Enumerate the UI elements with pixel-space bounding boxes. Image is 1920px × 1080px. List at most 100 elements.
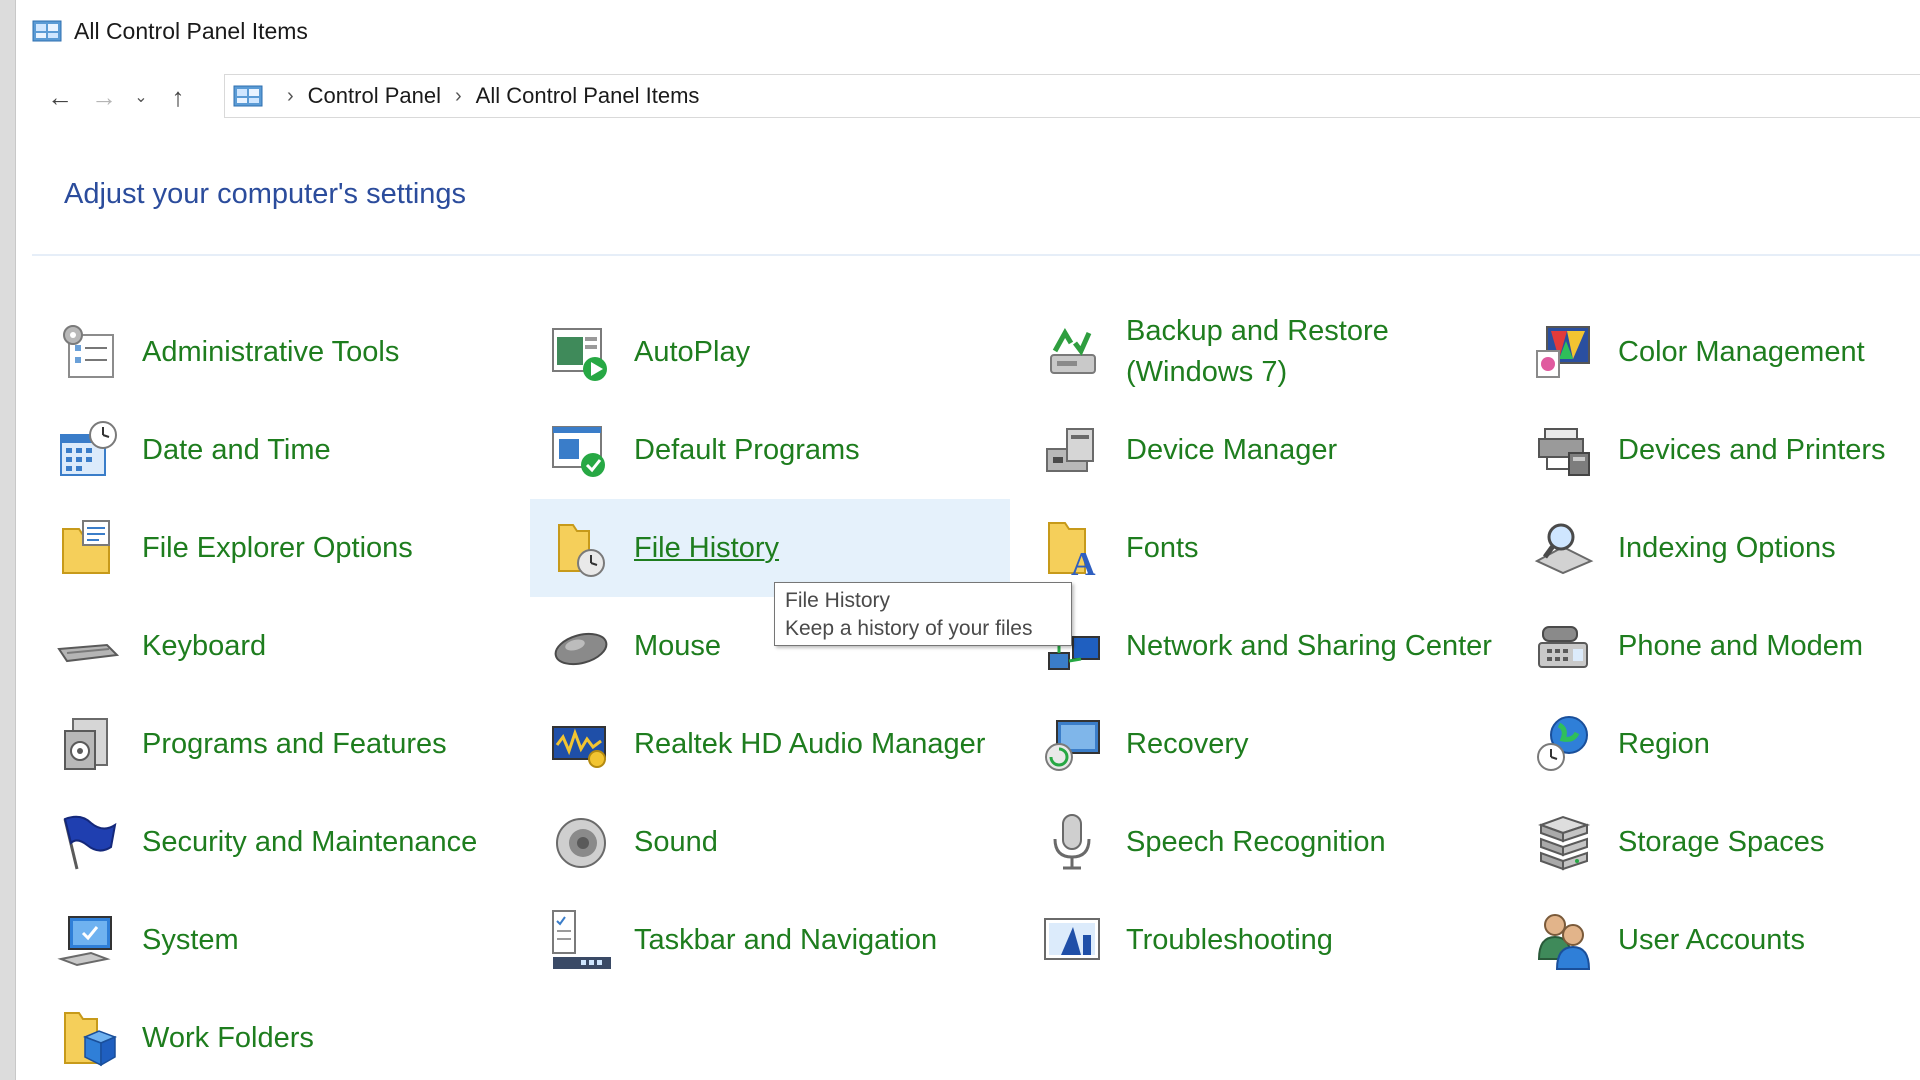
date-time-icon [56,418,120,482]
work-folders-icon [56,1006,120,1070]
programs-features-icon [56,712,120,776]
item-recovery[interactable]: Recovery [1022,695,1502,793]
recovery-icon [1040,712,1104,776]
breadcrumb-separator: › [454,84,462,107]
item-fonts[interactable]: A Fonts [1022,499,1502,597]
backup-restore-icon [1040,320,1104,384]
file-history-icon [548,516,612,580]
item-storage-spaces[interactable]: Storage Spaces [1514,793,1920,891]
page-title: Adjust your computer's settings [64,178,467,210]
item-sound[interactable]: Sound [530,793,1010,891]
keyboard-icon [56,614,120,678]
tooltip-title: File History [785,589,891,612]
item-administrative-tools[interactable]: Administrative Tools [38,303,518,401]
fonts-icon: A [1040,516,1104,580]
item-keyboard[interactable]: Keyboard [38,597,518,695]
svg-text:A: A [1071,546,1096,579]
color-management-icon [1532,320,1596,384]
item-system[interactable]: System [38,891,518,989]
speech-recognition-icon [1040,810,1104,874]
item-troubleshooting[interactable]: Troubleshooting [1022,891,1502,989]
item-taskbar-navigation[interactable]: Taskbar and Navigation [530,891,1010,989]
item-security-maintenance[interactable]: Security and Maintenance [38,793,518,891]
breadcrumb-all-items[interactable]: All Control Panel Items [476,83,700,109]
up-button[interactable]: ↑ [156,75,200,119]
security-maintenance-icon [56,810,120,874]
admin-tools-icon [56,320,120,384]
autoplay-icon [548,320,612,384]
breadcrumb-control-panel[interactable]: Control Panel [308,83,441,109]
item-speech-recognition[interactable]: Speech Recognition [1022,793,1502,891]
item-label: Security and Maintenance [142,825,478,858]
item-label: Work Folders [142,1021,314,1054]
control-panel-location-icon [233,85,263,107]
item-label: Region [1618,727,1710,760]
control-panel-icon [32,20,62,42]
system-icon [56,908,120,972]
recent-locations-button[interactable]: ⌄ [126,75,156,119]
breadcrumb-separator: › [287,84,294,107]
item-device-manager[interactable]: Device Manager [1022,401,1502,499]
item-label: Default Programs [634,433,860,466]
item-label: File History [634,531,780,564]
item-label: Phone and Modem [1618,629,1864,662]
control-panel-window: All Control Panel Items ← → ⌄ ↑ › Contro… [16,0,1920,1080]
file-explorer-options-icon [56,516,120,580]
item-network-sharing[interactable]: Network and Sharing Center [1022,597,1502,695]
phone-modem-icon [1532,614,1596,678]
item-label: Indexing Options [1618,531,1836,564]
item-devices-printers[interactable]: Devices and Printers [1514,401,1920,499]
item-label: Troubleshooting [1126,923,1333,956]
item-work-folders[interactable]: Work Folders [38,989,518,1080]
item-user-accounts[interactable]: User Accounts [1514,891,1920,989]
item-color-management[interactable]: Color Management [1514,303,1920,401]
item-label: Administrative Tools [142,335,400,368]
taskbar-navigation-icon [548,908,612,972]
back-button[interactable]: ← [38,75,82,119]
item-file-explorer-options[interactable]: File Explorer Options [38,499,518,597]
window-left-edge [0,0,16,1080]
item-label: Device Manager [1126,433,1338,466]
item-label: Keyboard [142,629,267,662]
mouse-icon [548,614,612,678]
item-autoplay[interactable]: AutoPlay [530,303,1010,401]
item-label: Recovery [1126,727,1249,760]
item-backup-restore[interactable]: Backup and Restore (Windows 7) [1022,303,1502,401]
user-accounts-icon [1532,908,1596,972]
item-label: AutoPlay [634,335,751,368]
item-label: User Accounts [1618,923,1805,956]
item-label: Backup and Restore (Windows 7) [1126,315,1389,388]
troubleshooting-icon [1040,908,1104,972]
item-indexing-options[interactable]: Indexing Options [1514,499,1920,597]
item-date-time[interactable]: Date and Time [38,401,518,499]
forward-button[interactable]: → [82,75,126,119]
indexing-options-icon [1532,516,1596,580]
sound-icon [548,810,612,874]
item-label: Network and Sharing Center [1126,629,1492,662]
item-label: Mouse [634,629,722,662]
item-realtek-audio[interactable]: Realtek HD Audio Manager [530,695,1010,793]
item-label: File Explorer Options [142,531,413,564]
item-label: Date and Time [142,433,331,466]
item-label: Color Management [1618,335,1865,368]
region-icon [1532,712,1596,776]
tooltip-description: Keep a history of your files [785,617,1033,640]
item-label: Realtek HD Audio Manager [634,727,986,760]
devices-printers-icon [1532,418,1596,482]
item-label: Sound [634,825,718,858]
file-history-tooltip: File History Keep a history of your file… [774,582,1072,646]
item-region[interactable]: Region [1514,695,1920,793]
title-bar: All Control Panel Items [16,0,1920,62]
item-label: Devices and Printers [1618,433,1886,466]
window-title: All Control Panel Items [74,17,308,44]
page-header: Adjust your computer's settings [32,150,1920,256]
default-programs-icon [548,418,612,482]
item-label: System [142,923,239,956]
item-label: Taskbar and Navigation [634,923,938,956]
address-bar[interactable]: › Control Panel › All Control Panel Item… [224,74,1920,118]
item-programs-features[interactable]: Programs and Features [38,695,518,793]
item-label: Storage Spaces [1618,825,1825,858]
device-manager-icon [1040,418,1104,482]
item-phone-modem[interactable]: Phone and Modem [1514,597,1920,695]
item-default-programs[interactable]: Default Programs [530,401,1010,499]
